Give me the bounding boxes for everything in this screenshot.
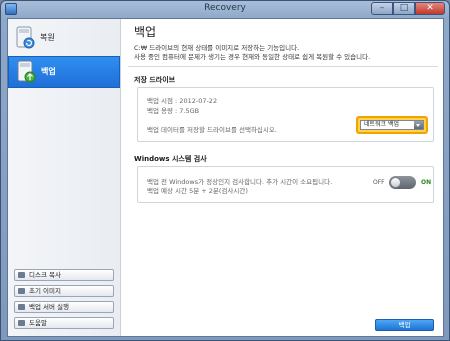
storage-panel: 백업 시점 : 2012-07-22 백업 용량 : 7.5GB 백업 데이터를… bbox=[137, 87, 434, 142]
estimated-time-text: 백업 예상 시간 5분 + 2분(검사시간) bbox=[147, 187, 248, 195]
sidebar-item-label: 복원 bbox=[40, 33, 55, 42]
backup-time-text: 백업 시점 : 2012-07-22 bbox=[147, 97, 218, 105]
backup-button[interactable]: 백업 bbox=[375, 319, 434, 331]
recovery-window: Recovery – □ ✕ 복원 백업 디스크 복사 초기 이미지 백업 서버… bbox=[0, 0, 450, 341]
disk-icon bbox=[18, 272, 25, 278]
description-line: 사용 중인 컴퓨터에 문제가 생기는 경우 현재와 동일한 상태로 쉽게 복원할… bbox=[134, 53, 371, 61]
backup-server-button[interactable]: 백업 서버 실행 bbox=[14, 301, 114, 313]
initial-image-button[interactable]: 초기 이미지 bbox=[14, 285, 114, 297]
disk-copy-button[interactable]: 디스크 복사 bbox=[14, 269, 114, 281]
toggle-on-label: ON bbox=[421, 179, 432, 186]
drive-select[interactable]: 네트워크 백업 bbox=[360, 120, 424, 130]
button-label: 디스크 복사 bbox=[29, 271, 61, 279]
storage-section-title: 저장 드라이브 bbox=[134, 76, 176, 84]
toggle-off-label: OFF bbox=[373, 179, 385, 186]
backup-icon bbox=[17, 60, 36, 83]
button-label: 초기 이미지 bbox=[29, 287, 61, 295]
drive-select-value: 네트워크 백업 bbox=[364, 121, 400, 128]
button-label: 백업 서버 실행 bbox=[29, 303, 70, 311]
title-bar[interactable]: Recovery – □ ✕ bbox=[1, 1, 449, 18]
server-icon bbox=[18, 304, 25, 310]
divider bbox=[128, 66, 438, 67]
maximize-button[interactable]: □ bbox=[393, 2, 415, 15]
check-panel: 백업 전 Windows가 정상인지 검사합니다. 추가 시간이 소요됩니다. … bbox=[137, 166, 434, 203]
page-description: C:₩ 드라이브의 현재 상태를 이미지로 저장하는 기능입니다. 사용 중인 … bbox=[134, 44, 370, 62]
toggle-knob[interactable] bbox=[390, 177, 401, 188]
chevron-down-icon[interactable] bbox=[414, 121, 423, 129]
sidebar-item-backup[interactable]: 백업 bbox=[8, 56, 120, 88]
close-button[interactable]: ✕ bbox=[415, 2, 445, 15]
button-label: 도움말 bbox=[29, 319, 47, 327]
help-icon bbox=[18, 320, 25, 326]
description-line: C:₩ 드라이브의 현재 상태를 이미지로 저장하는 기능입니다. bbox=[134, 44, 300, 52]
page-title: 백업 bbox=[134, 25, 157, 39]
sidebar-item-restore[interactable]: 복원 bbox=[8, 23, 120, 54]
client-area: 복원 백업 디스크 복사 초기 이미지 백업 서버 실행 도움말 백업 C:₩ … bbox=[7, 18, 444, 337]
help-button[interactable]: 도움말 bbox=[14, 317, 114, 329]
image-icon bbox=[18, 288, 25, 294]
check-section-title: Windows 시스템 검사 bbox=[134, 155, 207, 163]
sidebar-item-label: 백업 bbox=[41, 67, 56, 76]
select-drive-prompt: 백업 데이터를 저장할 드라이브를 선택하십시오. bbox=[147, 126, 277, 134]
sidebar: 복원 백업 디스크 복사 초기 이미지 백업 서버 실행 도움말 bbox=[8, 19, 121, 336]
backup-size-text: 백업 용량 : 7.5GB bbox=[147, 107, 200, 115]
restore-icon bbox=[16, 26, 35, 49]
minimize-button[interactable]: – bbox=[371, 2, 393, 15]
drive-select-highlight: 네트워크 백업 bbox=[356, 116, 428, 134]
main-panel: 백업 C:₩ 드라이브의 현재 상태를 이미지로 저장하는 기능입니다. 사용 … bbox=[122, 19, 443, 336]
system-check-toggle[interactable] bbox=[389, 176, 416, 189]
